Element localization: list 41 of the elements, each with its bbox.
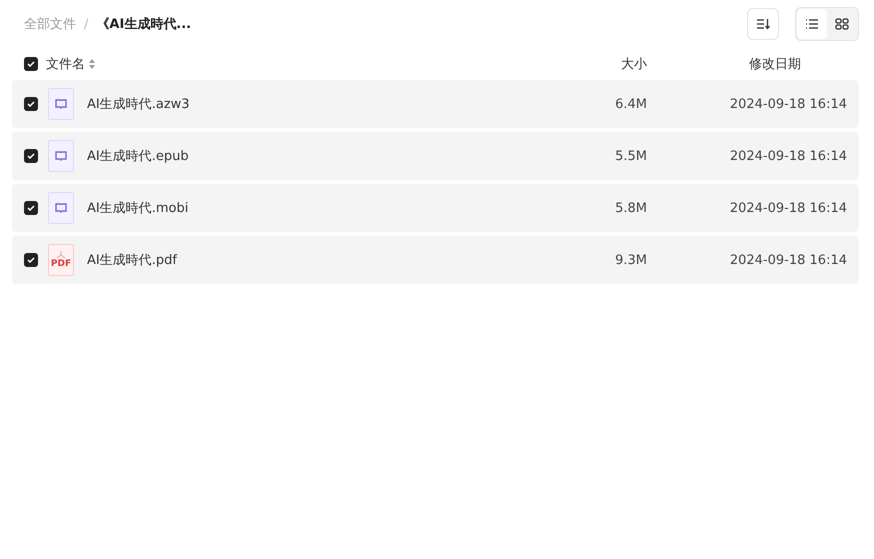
breadcrumb-separator: /: [84, 16, 88, 32]
check-icon: [27, 257, 35, 263]
check-icon: [27, 61, 35, 67]
sort-button[interactable]: [747, 8, 779, 40]
sort-icon[interactable]: [89, 59, 95, 69]
file-name[interactable]: AI生成時代.azw3: [87, 95, 190, 113]
column-header[interactable]: 文件名: [46, 55, 85, 73]
select-all-checkbox[interactable]: [24, 57, 38, 71]
sort-icon: [756, 18, 770, 30]
file-size: 5.8M: [614, 200, 647, 216]
file-name[interactable]: AI生成時代.pdf: [87, 251, 177, 269]
file-row[interactable]: AI生成時代.epub 5.5M 2024-09-18 16:14: [12, 132, 859, 180]
list-icon: [805, 18, 819, 30]
file-size: 9.3M: [614, 252, 647, 268]
ebook-file-icon: [48, 140, 74, 172]
modified-date: 2024-09-18 16:14: [728, 252, 847, 268]
file-size: 6.4M: [614, 96, 647, 112]
ebook-file-icon: [48, 192, 74, 224]
row-checkbox[interactable]: [24, 149, 38, 163]
breadcrumb-link[interactable]: 《AI生成時代...: [96, 15, 192, 33]
modified-date: 2024-09-18 16:14: [728, 200, 847, 216]
column-header: 修改日期: [748, 56, 802, 73]
file-size: 5.5M: [614, 148, 647, 164]
file-name[interactable]: AI生成時代.mobi: [87, 199, 188, 217]
file-row[interactable]: PDF AI生成時代.pdf 9.3M 2024-09-18 16:14: [12, 236, 859, 284]
list-view-button[interactable]: [797, 9, 827, 39]
file-name[interactable]: AI生成時代.epub: [87, 147, 189, 165]
modified-date: 2024-09-18 16:14: [728, 148, 847, 164]
modified-date: 2024-09-18 16:14: [728, 96, 847, 112]
column-header: 大小: [620, 56, 647, 73]
ebook-file-icon: [48, 88, 74, 120]
row-checkbox[interactable]: [24, 201, 38, 215]
row-checkbox[interactable]: [24, 97, 38, 111]
pdf-file-icon: PDF: [48, 244, 74, 276]
check-icon: [27, 101, 35, 107]
grid-icon: [835, 18, 849, 30]
row-checkbox[interactable]: [24, 253, 38, 267]
check-icon: [27, 205, 35, 211]
check-icon: [27, 153, 35, 159]
file-row[interactable]: AI生成時代.azw3 6.4M 2024-09-18 16:14: [12, 80, 859, 128]
file-row[interactable]: AI生成時代.mobi 5.8M 2024-09-18 16:14: [12, 184, 859, 232]
